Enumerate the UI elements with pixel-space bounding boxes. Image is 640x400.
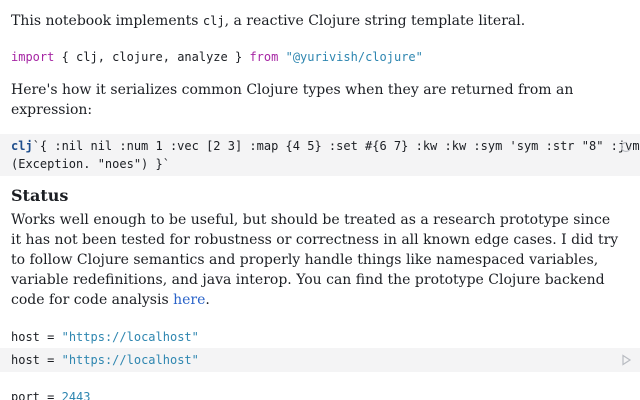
serialize-paragraph: Here's how it serializes common Clojure … [11,80,573,120]
status-line-5-text: code for code analysis [11,292,174,308]
refresh-icon[interactable] [620,141,632,153]
import-cell[interactable]: import { clj, clojure, analyze } from "@… [11,48,423,66]
serialize-line-2: expression: [11,102,93,118]
intro-paragraph: This notebook implements clj, a reactive… [11,11,525,31]
host-output-name: host [11,330,40,344]
port-output-eq: = [39,390,62,400]
port-output-value: 2443 [61,390,91,400]
clj-expression: `{ :nil nil :num 1 :vec [2 3] :map {4 5}… [32,139,640,153]
host-cell-value: "https://localhost" [61,353,199,367]
status-line-3: to follow Clojure semantics and properly… [11,252,599,268]
host-output-value: "https://localhost" [61,330,199,344]
status-paragraph: Works well enough to be useful, but shou… [11,210,618,310]
status-line-4: variable redefinitions, and java interop… [11,272,605,288]
clj-expression-end: (Exception. "noes") }` [11,157,170,171]
serialize-line-1: Here's how it serializes common Clojure … [11,82,574,98]
status-line-5: code for code analysis here. [11,290,618,310]
from-keyword: from [249,50,279,64]
status-heading: Status [11,186,69,205]
intro-text-end: , a reactive Clojure string template lit… [224,13,526,29]
clj-cell-line-2[interactable]: (Exception. "noes") }` [11,155,170,173]
clj-cell-line-1[interactable]: clj`{ :nil nil :num 1 :vec [2 3] :map {4… [11,137,640,155]
port-output-name: port [11,390,40,400]
import-names: { clj, clojure, analyze } [61,50,243,64]
intro-inline-code: clj [202,14,225,28]
backend-code-link[interactable]: here [173,292,205,308]
import-keyword: import [11,50,55,64]
host-output[interactable]: host = "https://localhost" [11,328,199,346]
clj-function: clj [11,139,33,153]
status-line-1: Works well enough to be useful, but shou… [11,212,611,228]
host-cell-name: host [11,353,40,367]
intro-text: This notebook implements [11,13,203,29]
port-output[interactable]: port = 2443 [11,388,91,400]
host-cell-line[interactable]: host = "https://localhost" [11,351,199,369]
status-line-5-end: . [205,292,210,308]
import-source: "@yurivish/clojure" [285,50,423,64]
play-icon[interactable] [620,354,632,366]
host-cell-eq: = [39,353,62,367]
status-line-2: it has not been tested for robustness or… [11,232,619,248]
host-output-eq: = [39,330,62,344]
